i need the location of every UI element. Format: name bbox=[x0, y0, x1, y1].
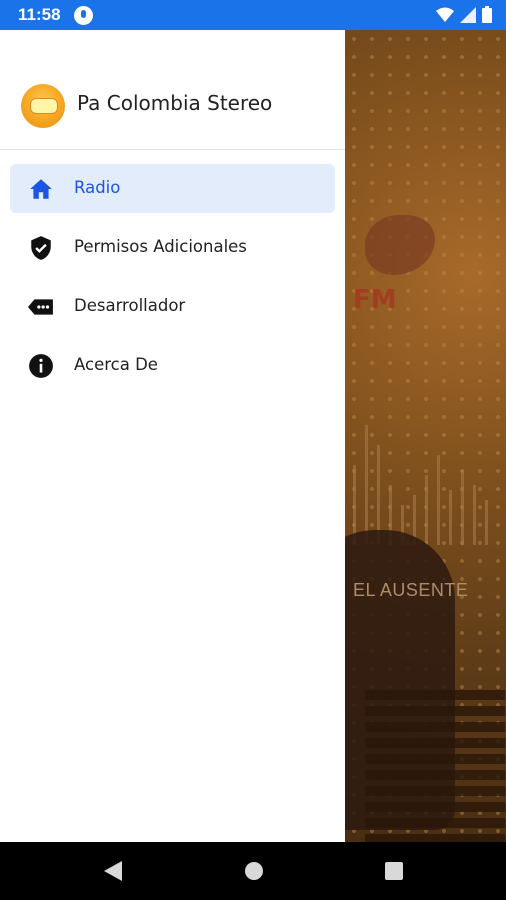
signal-icon bbox=[460, 6, 476, 23]
home-icon bbox=[30, 179, 52, 199]
status-time: 11:58 bbox=[18, 5, 61, 24]
back-icon[interactable] bbox=[102, 859, 124, 883]
menu-item-acerca[interactable]: Acerca De bbox=[10, 341, 335, 390]
bars-graphic bbox=[365, 690, 505, 842]
station-logo-text: FM bbox=[353, 285, 397, 315]
navigation-drawer: Pa Colombia Stereo Radio Permisos Adicio… bbox=[0, 30, 345, 842]
battery-icon bbox=[482, 6, 492, 23]
wifi-icon bbox=[436, 7, 454, 22]
menu-item-radio[interactable]: Radio bbox=[10, 164, 335, 213]
menu-item-label: Acerca De bbox=[74, 355, 158, 374]
status-icons bbox=[436, 6, 492, 23]
menu-item-label: Desarrollador bbox=[74, 296, 186, 315]
home-circle-icon[interactable] bbox=[243, 859, 265, 883]
dimmed-player-background[interactable]: FM EL AUSENTE bbox=[345, 30, 506, 842]
equalizer-graphic bbox=[353, 425, 488, 545]
app-title: Pa Colombia Stereo bbox=[77, 91, 273, 115]
system-navigation-bar bbox=[0, 842, 506, 900]
shield-check-icon bbox=[31, 236, 51, 260]
info-icon bbox=[29, 354, 53, 378]
recents-icon[interactable] bbox=[383, 859, 405, 883]
microphone-icon bbox=[74, 6, 93, 25]
status-bar: 11:58 bbox=[0, 0, 506, 30]
app-logo bbox=[21, 84, 65, 128]
menu-item-label: Permisos Adicionales bbox=[74, 237, 247, 256]
menu-item-permisos[interactable]: Permisos Adicionales bbox=[10, 223, 335, 272]
drawer-header: Pa Colombia Stereo bbox=[0, 30, 345, 150]
menu-item-desarrollador[interactable]: Desarrollador bbox=[10, 282, 335, 331]
menu-item-label: Radio bbox=[74, 178, 121, 197]
drawer-menu: Radio Permisos Adicionales Desarrollador… bbox=[0, 164, 345, 400]
song-title: EL AUSENTE bbox=[353, 580, 469, 600]
label-more-icon bbox=[28, 299, 53, 315]
